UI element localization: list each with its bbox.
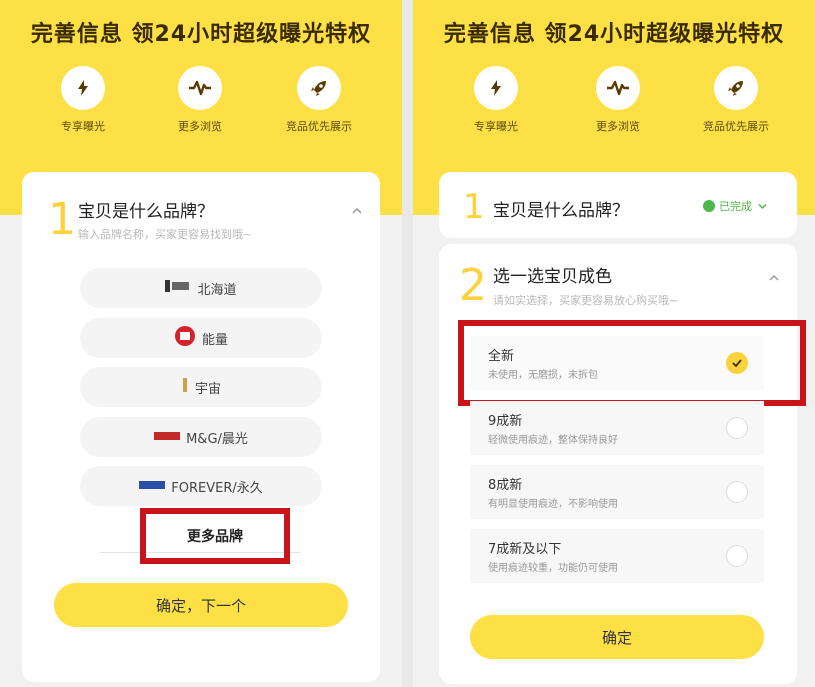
rocket-icon [297,66,341,110]
lightning-icon [474,66,518,110]
step-hint: 输入品牌名称，买家更容易找到哦~ [78,228,253,241]
banner-title: 完善信息 领24小时超级曝光特权 [443,22,785,47]
feature-priority: 竞品优先展示 [264,66,374,134]
option-desc: 轻微使用痕迹，整体保持良好 [488,435,618,446]
feature-views: 更多浏览 [563,66,673,134]
feature-label: 专享曝光 [474,120,518,133]
brand-option-hokkaido[interactable]: 北海道 [80,268,322,308]
condition-option-90[interactable]: 9成新 轻微使用痕迹，整体保持良好 [470,401,764,455]
feature-label: 更多浏览 [178,120,222,133]
feature-label: 竞品优先展示 [286,120,352,133]
brand-label: 能量 [201,332,228,348]
brand-selection-screen: 完善信息 领24小时超级曝光特权 专享曝光 更多浏览 竞品优先展示 1 宝贝是什… [0,0,402,687]
brand-label: M&G/晨光 [186,431,248,447]
feature-exposure: 专享曝光 [441,66,551,134]
brand-label: 宇宙 [194,381,221,397]
brand-option-universe[interactable]: 宇宙 [80,367,322,407]
brand-logo-energy [174,325,196,351]
feature-views: 更多浏览 [145,66,255,134]
option-title: 8成新 [488,478,523,493]
feature-exposure: 专享曝光 [28,66,138,134]
step-question: 宝贝是什么品牌？ [78,202,214,222]
lightning-icon [61,66,105,110]
radio-unchecked-icon[interactable] [726,545,748,567]
brand-logo-mg [154,430,181,445]
brand-label: 北海道 [197,282,237,298]
condition-option-80[interactable]: 8成新 有明显使用痕迹，不影响使用 [470,465,764,519]
feature-label: 更多浏览 [596,120,640,133]
step-number: 2 [459,260,487,311]
chevron-up-icon[interactable] [769,267,779,286]
step-question: 宝贝是什么品牌？ [493,201,629,221]
condition-option-70-below[interactable]: 7成新及以下 使用痕迹较重，功能仍可使用 [470,529,764,583]
brand-option-energy[interactable]: 能量 [80,318,322,358]
highlight-box [458,320,806,406]
status-label: 已完成 [719,200,752,213]
step-hint: 请如实选择，买家更容易放心购买哦~ [493,294,679,307]
rocket-icon [714,66,758,110]
brand-logo-forever [139,479,166,494]
option-desc: 有明显使用痕迹，不影响使用 [488,499,618,510]
confirm-button[interactable]: 确定 [470,615,764,659]
option-title: 9成新 [488,414,523,429]
banner-title: 完善信息 领24小时超级曝光特权 [30,22,372,47]
chevron-down-icon[interactable] [758,200,767,213]
confirm-next-button[interactable]: 确定，下一个 [54,583,348,627]
more-brands-button[interactable]: 更多品牌 [152,520,278,552]
brand-option-forever[interactable]: FOREVER/永久 [80,466,322,506]
brand-label: FOREVER/永久 [171,480,263,496]
radio-unchecked-icon[interactable] [726,417,748,439]
pulse-icon [596,66,640,110]
step-number: 1 [48,194,76,245]
brand-logo-universe [181,377,189,397]
check-circle-icon [703,200,715,212]
pulse-icon [178,66,222,110]
chevron-up-icon[interactable] [352,200,362,219]
step-number: 1 [463,187,485,227]
feature-priority: 竞品优先展示 [681,66,791,134]
brand-logo-hokkaido [165,279,191,297]
feature-label: 专享曝光 [61,120,105,133]
status-badge: 已完成 [703,198,767,214]
radio-unchecked-icon[interactable] [726,481,748,503]
feature-label: 竞品优先展示 [703,120,769,133]
option-desc: 使用痕迹较重，功能仍可使用 [488,563,618,574]
option-title: 7成新及以下 [488,542,562,557]
brand-option-mg[interactable]: M&G/晨光 [80,417,322,457]
step-question: 选一选宝贝成色 [493,267,612,287]
